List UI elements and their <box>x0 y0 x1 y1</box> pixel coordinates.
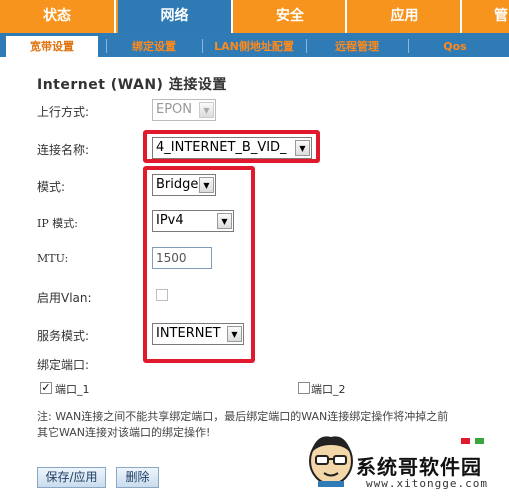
sub-navigation: 宽带设置 绑定设置 LAN侧地址配置 远程管理 Qos <box>0 33 509 57</box>
delete-button[interactable]: 删除 <box>116 467 159 488</box>
subtab-broadband-settings[interactable]: 宽带设置 <box>6 36 98 57</box>
highlight-mode-settings <box>143 166 255 363</box>
tab-status[interactable]: 状态 <box>0 0 116 33</box>
port-1-checkbox[interactable]: ✓ <box>40 382 52 394</box>
subtab-qos[interactable]: Qos <box>412 36 498 57</box>
vlan-label: 启用Vlan: <box>37 291 92 305</box>
tab-security[interactable]: 安全 <box>235 0 347 33</box>
subtab-lan-address[interactable]: LAN侧地址配置 <box>205 36 303 57</box>
ip-mode-label: IP 模式: <box>37 217 78 230</box>
port-2-label: 端口_2 <box>311 383 346 396</box>
subtab-binding-settings[interactable]: 绑定设置 <box>110 36 198 57</box>
port-2-checkbox[interactable] <box>298 382 310 394</box>
note-line-1: 注: WAN连接之间不能共享绑定端口，最后绑定端口的WAN连接绑定操作将冲掉之前 <box>37 410 449 423</box>
subnav-divider <box>202 39 203 53</box>
port-1-label: 端口_1 <box>55 383 90 396</box>
upstream-select: EPON ▼ <box>152 99 216 121</box>
subnav-divider <box>106 39 107 53</box>
note-line-2: 其它WAN连接对该端口的绑定操作! <box>37 426 211 439</box>
service-mode-label: 服务模式: <box>37 329 90 343</box>
watermark-logo: 系统哥软件园 www.xitongge.com <box>300 423 509 503</box>
mascot-face-icon <box>309 436 353 487</box>
mode-label: 模式: <box>37 180 66 194</box>
subnav-divider <box>306 39 307 53</box>
chevron-down-icon: ▼ <box>199 102 214 118</box>
connection-name-label: 连接名称: <box>37 143 90 157</box>
watermark-brand: 系统哥软件园 <box>356 455 482 479</box>
bind-port-label: 绑定端口: <box>37 358 90 372</box>
upstream-label: 上行方式: <box>37 105 90 119</box>
subnav-divider <box>408 39 409 53</box>
upstream-value: EPON <box>156 102 193 117</box>
mtu-label: MTU: <box>37 252 69 265</box>
section-title: Internet (WAN) 连接设置 <box>37 77 227 93</box>
save-apply-button[interactable]: 保存/应用 <box>37 467 106 488</box>
highlight-connection-name <box>143 130 320 163</box>
tab-application[interactable]: 应用 <box>349 0 462 33</box>
brand-dots <box>460 429 484 448</box>
top-navigation: 状态 网络 安全 应用 管 <box>0 0 509 33</box>
tab-management[interactable]: 管 <box>464 0 509 33</box>
watermark-url: www.xitongge.com <box>366 477 488 490</box>
subtab-remote-management[interactable]: 远程管理 <box>309 36 405 57</box>
tab-network[interactable]: 网络 <box>118 0 233 33</box>
